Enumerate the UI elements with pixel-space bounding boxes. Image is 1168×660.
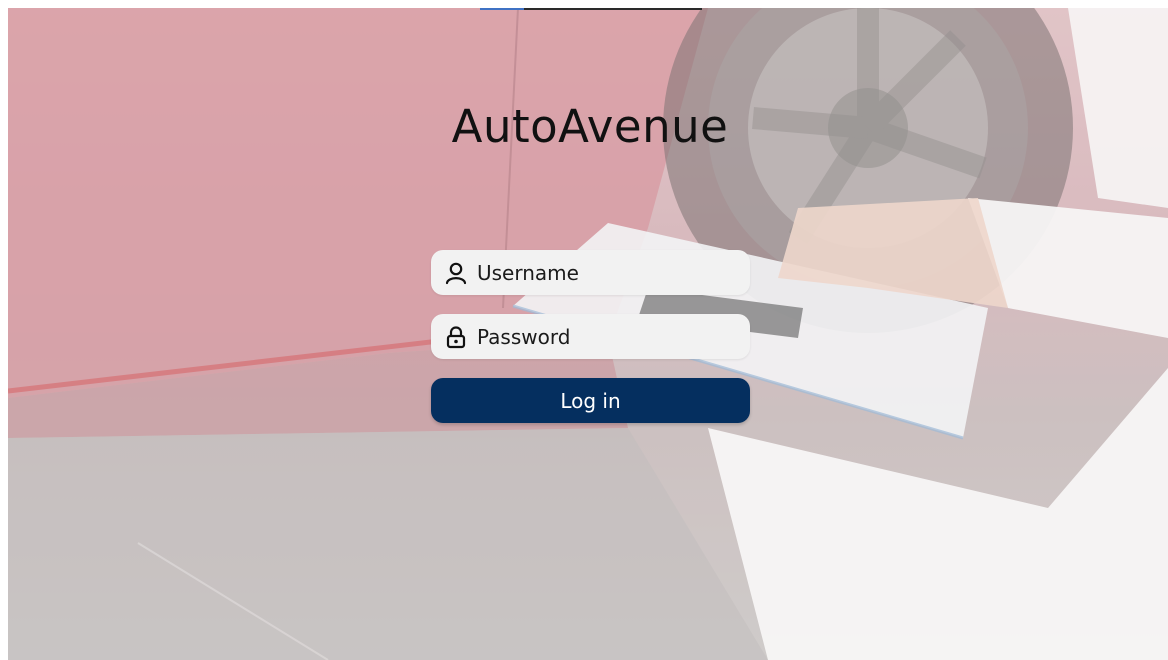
app-title: AutoAvenue [451, 100, 729, 153]
user-icon [443, 260, 469, 286]
top-progress-line [480, 8, 702, 10]
top-progress-accent [480, 8, 524, 10]
username-field[interactable] [431, 250, 750, 295]
password-input[interactable] [477, 324, 727, 349]
page: AutoAvenue Log in [0, 0, 1168, 660]
login-button[interactable]: Log in [431, 378, 750, 423]
password-field[interactable] [431, 314, 750, 359]
username-input[interactable] [477, 260, 727, 285]
lock-icon [443, 324, 469, 350]
